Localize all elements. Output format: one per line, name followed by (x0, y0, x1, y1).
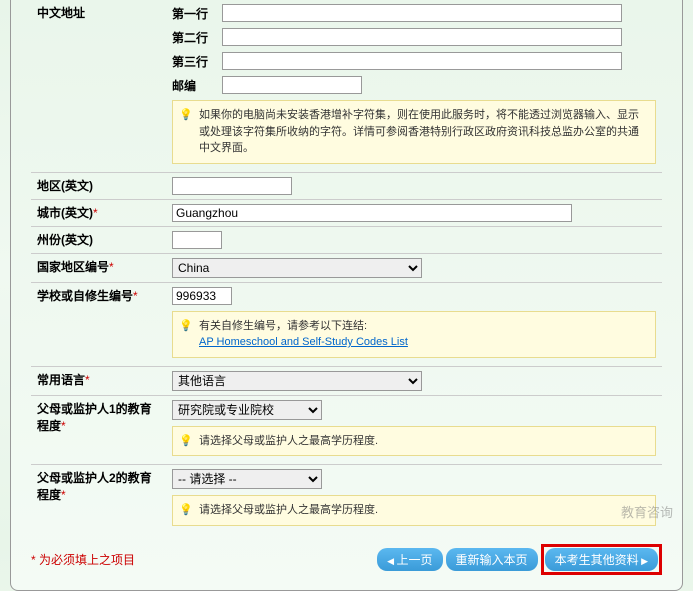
bulb-icon (179, 107, 193, 121)
row-parent1-edu: 父母或监护人1的教育程度* 研究院或专业院校 请选择父母或监护人之最高学历程度. (31, 396, 662, 466)
label-language: 常用语言* (31, 367, 166, 392)
info-parent2-warn: 请选择父母或监护人之最高学历程度. (172, 495, 656, 526)
row-parent2-edu: 父母或监护人2的教育程度* -- 请选择 -- 请选择父母或监护人之最高学历程度… (31, 465, 662, 534)
info-hk-chars: 如果你的电脑尚未安装香港增补字符集，则在使用此服务时，将不能透过浏览器输入、显示… (172, 100, 656, 164)
select-parent1-edu[interactable]: 研究院或专业院校 (172, 400, 322, 420)
input-postal[interactable] (222, 76, 362, 94)
label-postal: 邮编 (172, 77, 222, 94)
info-parent1-warn: 请选择父母或监护人之最高学历程度. (172, 426, 656, 457)
next-button[interactable]: 本考生其他资料 (545, 548, 658, 571)
reset-button[interactable]: 重新输入本页 (446, 548, 538, 571)
input-address-line1[interactable] (222, 4, 622, 22)
info-homeschool: 有关自修生编号，请参考以下连结: AP Homeschool and Self-… (172, 311, 656, 358)
bulb-icon (179, 502, 193, 516)
row-city-en: 城市(英文)* (31, 200, 662, 227)
select-language[interactable]: 其他语言 (172, 371, 422, 391)
label-school-code: 学校或自修生编号* (31, 283, 166, 308)
row-country-code: 国家地区编号* China (31, 254, 662, 283)
input-school-code[interactable] (172, 287, 232, 305)
input-address-line2[interactable] (222, 28, 622, 46)
label-country-code: 国家地区编号* (31, 254, 166, 279)
label-parent2-edu: 父母或监护人2的教育程度* (31, 465, 166, 507)
highlight-next: 本考生其他资料 (541, 544, 662, 575)
input-state-en[interactable] (172, 231, 222, 249)
label-chinese-address: 中文地址 (31, 0, 166, 25)
select-parent2-edu[interactable]: -- 请选择 -- (172, 469, 322, 489)
link-homeschool-codes[interactable]: AP Homeschool and Self-Study Codes List (199, 336, 408, 348)
row-chinese-address: 中文地址 第一行 第二行 第三行 邮编 如果你的电脑尚未安装香港增补字符集，则在… (31, 0, 662, 173)
select-country[interactable]: China (172, 258, 422, 278)
required-mark: * (93, 206, 98, 220)
prev-button[interactable]: 上一页 (377, 548, 442, 571)
required-note: * 为必须填上之项目 (31, 551, 135, 568)
label-line1: 第一行 (172, 5, 222, 22)
label-line3: 第三行 (172, 53, 222, 70)
label-region-en: 地区(英文) (31, 173, 166, 198)
row-school-code: 学校或自修生编号* 有关自修生编号，请参考以下连结: AP Homeschool… (31, 283, 662, 367)
label-line2: 第二行 (172, 29, 222, 46)
input-address-line3[interactable] (222, 52, 622, 70)
bulb-icon (179, 433, 193, 447)
label-city-en: 城市(英文)* (31, 200, 166, 225)
row-language: 常用语言* 其他语言 (31, 367, 662, 396)
input-region-en[interactable] (172, 177, 292, 195)
bulb-icon (179, 318, 193, 332)
label-parent1-edu: 父母或监护人1的教育程度* (31, 396, 166, 438)
row-state-en: 州份(英文) (31, 227, 662, 254)
label-state-en: 州份(英文) (31, 227, 166, 252)
input-city-en[interactable] (172, 204, 572, 222)
row-region-en: 地区(英文) (31, 173, 662, 200)
